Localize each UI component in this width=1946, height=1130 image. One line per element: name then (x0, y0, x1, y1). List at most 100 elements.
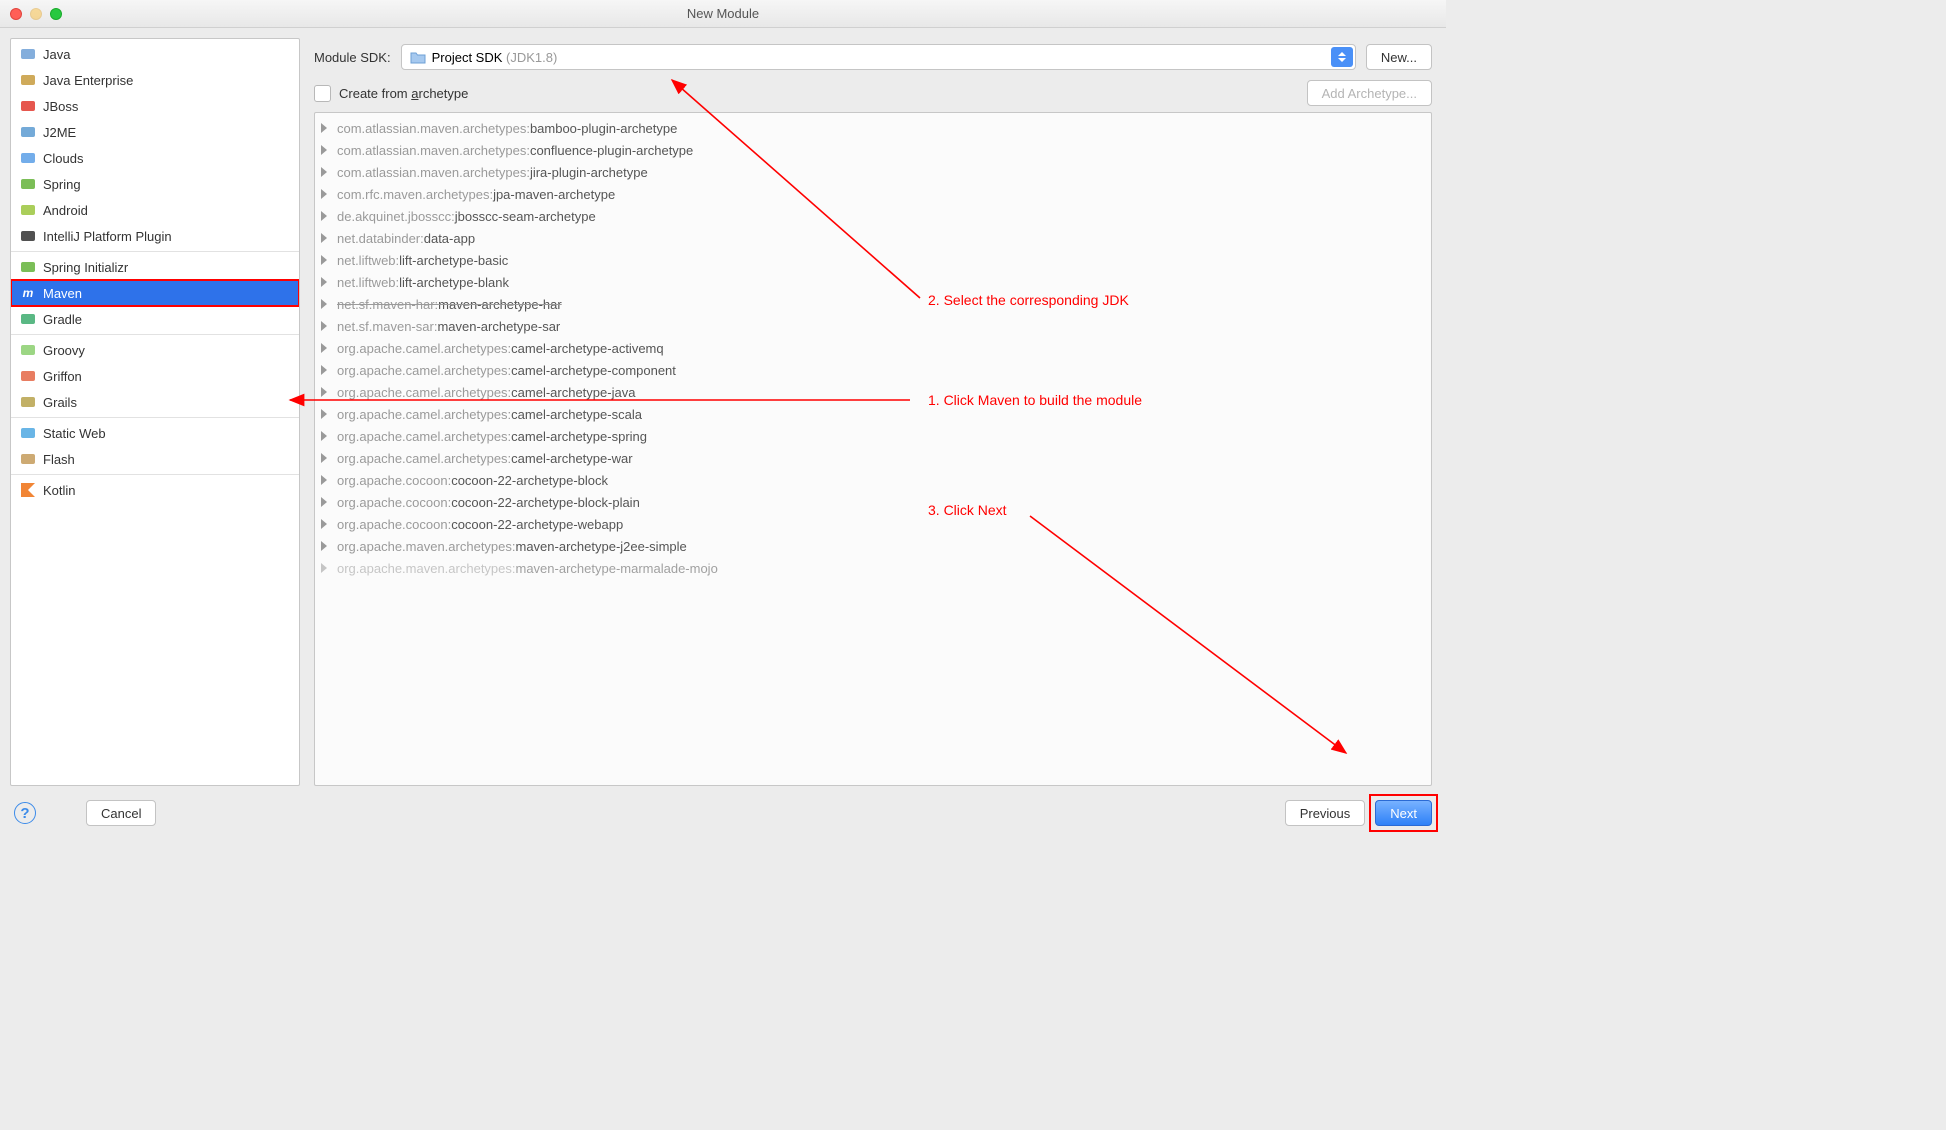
archetype-item[interactable]: org.apache.cocoon:cocoon-22-archetype-we… (315, 513, 1431, 535)
archetype-group: de.akquinet.jbosscc: (337, 209, 455, 224)
sdk-label: Module SDK: (314, 50, 391, 65)
expand-triangle-icon (321, 365, 327, 375)
maximize-window-button[interactable] (50, 8, 62, 20)
sidebar-item-label: Static Web (43, 426, 106, 441)
archetype-item[interactable]: org.apache.camel.archetypes:camel-archet… (315, 403, 1431, 425)
sidebar-item-spring[interactable]: Spring (11, 171, 299, 197)
sidebar-item-intellij-platform-plugin[interactable]: IntelliJ Platform Plugin (11, 223, 299, 249)
sidebar-item-static-web[interactable]: Static Web (11, 420, 299, 446)
archetype-item[interactable]: org.apache.camel.archetypes:camel-archet… (315, 359, 1431, 381)
minimize-window-button[interactable] (30, 8, 42, 20)
sidebar-item-groovy[interactable]: Groovy (11, 337, 299, 363)
archetype-name: bamboo-plugin-archetype (530, 121, 677, 136)
expand-triangle-icon (321, 211, 327, 221)
sidebar-group: Static Web Flash (11, 418, 299, 475)
archetype-item[interactable]: org.apache.camel.archetypes:camel-archet… (315, 337, 1431, 359)
sidebar-item-label: Groovy (43, 343, 85, 358)
sdk-row: Module SDK: Project SDK (JDK1.8) New... (314, 44, 1432, 70)
archetype-group: net.liftweb: (337, 253, 399, 268)
sidebar-item-grails[interactable]: Grails (11, 389, 299, 415)
archetype-item[interactable]: com.atlassian.maven.archetypes:bamboo-pl… (315, 117, 1431, 139)
sidebar-item-label: Kotlin (43, 483, 76, 498)
java-enterprise-icon (19, 71, 37, 89)
sidebar-item-flash[interactable]: Flash (11, 446, 299, 472)
archetype-item[interactable]: com.rfc.maven.archetypes:jpa-maven-arche… (315, 183, 1431, 205)
sidebar-item-spring-initializr[interactable]: Spring Initializr (11, 254, 299, 280)
archetype-list[interactable]: com.atlassian.maven.archetypes:bamboo-pl… (314, 112, 1432, 786)
gradle-icon (19, 310, 37, 328)
sidebar-item-j2me[interactable]: J2ME (11, 119, 299, 145)
archetype-item[interactable]: org.apache.camel.archetypes:camel-archet… (315, 381, 1431, 403)
create-from-archetype-checkbox[interactable]: Create from archetype (314, 85, 468, 102)
sidebar-item-label: Flash (43, 452, 75, 467)
archetype-item[interactable]: de.akquinet.jbosscc:jbosscc-seam-archety… (315, 205, 1431, 227)
archetype-name: camel-archetype-activemq (511, 341, 663, 356)
sidebar-group: Spring InitializrmMaven Gradle (11, 252, 299, 335)
archetype-group: org.apache.camel.archetypes: (337, 407, 511, 422)
expand-triangle-icon (321, 123, 327, 133)
dropdown-arrow-icon (1331, 47, 1353, 67)
archetype-group: com.atlassian.maven.archetypes: (337, 143, 530, 158)
groovy-icon (19, 341, 37, 359)
help-button[interactable]: ? (14, 802, 36, 824)
expand-triangle-icon (321, 343, 327, 353)
titlebar: New Module (0, 0, 1446, 28)
sidebar-item-java-enterprise[interactable]: Java Enterprise (11, 67, 299, 93)
sidebar-item-label: Gradle (43, 312, 82, 327)
archetype-group: org.apache.cocoon: (337, 495, 451, 510)
sidebar-item-label: Android (43, 203, 88, 218)
expand-triangle-icon (321, 167, 327, 177)
archetype-group: org.apache.maven.archetypes: (337, 561, 516, 576)
archetype-item[interactable]: org.apache.cocoon:cocoon-22-archetype-bl… (315, 491, 1431, 513)
sidebar-item-gradle[interactable]: Gradle (11, 306, 299, 332)
folder-icon (410, 51, 426, 64)
spring-initializr-icon (19, 258, 37, 276)
archetype-item[interactable]: com.atlassian.maven.archetypes:confluenc… (315, 139, 1431, 161)
sidebar-item-maven[interactable]: mMaven (11, 280, 299, 306)
archetype-item[interactable]: net.sf.maven-sar:maven-archetype-sar (315, 315, 1431, 337)
archetype-item[interactable]: org.apache.maven.archetypes:maven-archet… (315, 535, 1431, 557)
module-sdk-dropdown[interactable]: Project SDK (JDK1.8) (401, 44, 1356, 70)
sidebar-item-android[interactable]: Android (11, 197, 299, 223)
dialog-window: New Module JavaJava EnterpriseJBossJ2MEC… (0, 0, 1446, 840)
next-button[interactable]: Next (1375, 800, 1432, 826)
sidebar-item-jboss[interactable]: JBoss (11, 93, 299, 119)
previous-button[interactable]: Previous (1285, 800, 1366, 826)
archetype-item[interactable]: net.sf.maven-har:maven-archetype-har (315, 293, 1431, 315)
archetype-item[interactable]: org.apache.cocoon:cocoon-22-archetype-bl… (315, 469, 1431, 491)
sidebar-item-clouds[interactable]: Clouds (11, 145, 299, 171)
archetype-item[interactable]: org.apache.camel.archetypes:camel-archet… (315, 447, 1431, 469)
expand-triangle-icon (321, 277, 327, 287)
archetype-group: com.atlassian.maven.archetypes: (337, 121, 530, 136)
add-archetype-button[interactable]: Add Archetype... (1307, 80, 1432, 106)
sidebar-item-griffon[interactable]: Griffon (11, 363, 299, 389)
sidebar-item-label: IntelliJ Platform Plugin (43, 229, 172, 244)
sidebar-item-java[interactable]: Java (11, 41, 299, 67)
archetype-item[interactable]: com.atlassian.maven.archetypes:jira-plug… (315, 161, 1431, 183)
archetype-item[interactable]: org.apache.maven.archetypes:maven-archet… (315, 557, 1431, 579)
sidebar-item-label: Grails (43, 395, 77, 410)
expand-triangle-icon (321, 519, 327, 529)
expand-triangle-icon (321, 145, 327, 155)
close-window-button[interactable] (10, 8, 22, 20)
new-sdk-button[interactable]: New... (1366, 44, 1432, 70)
archetype-item[interactable]: net.databinder:data-app (315, 227, 1431, 249)
archetype-group: org.apache.camel.archetypes: (337, 385, 511, 400)
expand-triangle-icon (321, 475, 327, 485)
archetype-item[interactable]: org.apache.camel.archetypes:camel-archet… (315, 425, 1431, 447)
sidebar-group: Kotlin (11, 475, 299, 505)
archetype-name: maven-archetype-sar (437, 319, 560, 334)
sidebar-group: Java Java Enterprise JBossJ2MECloudsSpring… (11, 39, 299, 252)
archetype-item[interactable]: net.liftweb:lift-archetype-blank (315, 271, 1431, 293)
sdk-value: Project SDK (JDK1.8) (432, 50, 558, 65)
window-title: New Module (0, 6, 1446, 21)
archetype-item[interactable]: net.liftweb:lift-archetype-basic (315, 249, 1431, 271)
archetype-name: maven-archetype-har (438, 297, 562, 312)
cancel-button[interactable]: Cancel (86, 800, 156, 826)
sidebar-item-kotlin[interactable]: Kotlin (11, 477, 299, 503)
expand-triangle-icon (321, 387, 327, 397)
expand-triangle-icon (321, 541, 327, 551)
archetype-group: org.apache.camel.archetypes: (337, 363, 511, 378)
expand-triangle-icon (321, 409, 327, 419)
sidebar-item-label: Java Enterprise (43, 73, 133, 88)
